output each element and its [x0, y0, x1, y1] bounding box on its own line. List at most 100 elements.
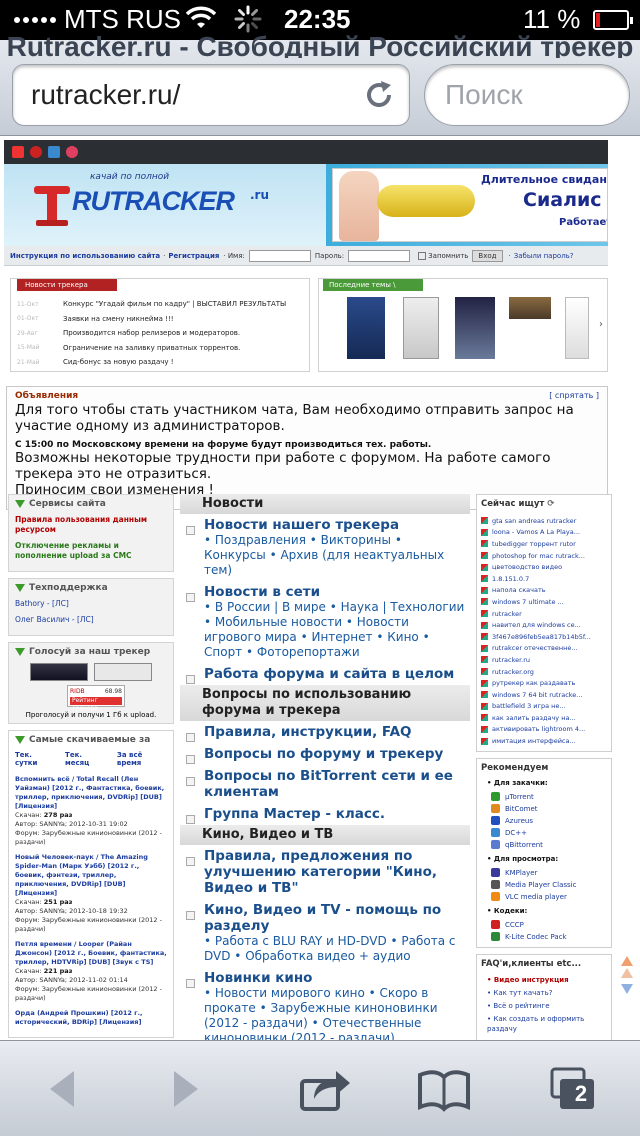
recommend-item[interactable]: qBittorrent: [491, 839, 607, 851]
period-tab[interactable]: Тек. сутки: [15, 751, 55, 767]
subforum-link[interactable]: Работа с BLU RAY и HD-DVD: [215, 934, 391, 948]
app-name[interactable]: Azureus: [505, 817, 533, 825]
search-query-item[interactable]: как залить раздачу на...: [481, 712, 607, 724]
search-query-item[interactable]: gta san andreas rutracker: [481, 515, 607, 527]
subforum-link[interactable]: Кино: [387, 630, 422, 644]
subforum-link[interactable]: Фоторепортажи: [257, 645, 360, 659]
register-link[interactable]: Регистрация: [168, 252, 219, 260]
search-query-item[interactable]: 1.8.151.0.7: [481, 573, 607, 585]
search-query-item[interactable]: навител для windows ce...: [481, 619, 607, 631]
expand-icon[interactable]: [15, 584, 25, 592]
app-name[interactable]: KMPlayer: [505, 869, 537, 877]
subforum-link[interactable]: Мобильные новости: [215, 615, 346, 629]
scroll-arrows-icon[interactable]: [620, 954, 634, 1002]
query-text[interactable]: rutracker: [492, 610, 522, 618]
query-text[interactable]: как залить раздачу на...: [492, 714, 576, 722]
download-title[interactable]: Орда (Андрей Прошкин) [2012 г., историче…: [15, 1009, 167, 1027]
forum-title[interactable]: Новости в сети: [204, 584, 466, 600]
search-query-item[interactable]: battlefield 3 игра не...: [481, 701, 607, 713]
app-name[interactable]: VLC media player: [505, 893, 567, 901]
subforum-link[interactable]: Обработка видео + аудио: [245, 949, 410, 963]
release-poster[interactable]: [509, 297, 551, 319]
support-contact[interactable]: Олег Василич - [ЛС]: [15, 615, 167, 625]
period-tab[interactable]: Тек. месяц: [65, 751, 107, 767]
forum-title[interactable]: Кино, Видео и TV - помощь по разделу: [204, 902, 466, 934]
subforum-link[interactable]: Новости мирового кино: [215, 986, 369, 1000]
query-text[interactable]: tubedigger торрент rutor: [492, 540, 576, 548]
subforum-link[interactable]: Интернет: [311, 630, 376, 644]
download-title[interactable]: Петля времени / Looper (Райан Джонсон) […: [15, 940, 167, 967]
subforum-link[interactable]: В России | В мире: [215, 600, 330, 614]
faq-link[interactable]: • Как тут качать?: [487, 988, 607, 998]
news-title[interactable]: Ограничение на заливку приватных торрент…: [63, 344, 240, 352]
forum-title[interactable]: Вопросы по BitTorrent сети и ее клиентам: [204, 768, 466, 800]
search-query-item[interactable]: 3f467e896feb5ea817b14b5f...: [481, 631, 607, 643]
app-name[interactable]: K-Lite Codec Pack: [505, 933, 567, 941]
support-contact[interactable]: Bathory - [ЛС]: [15, 599, 167, 609]
back-icon[interactable]: [34, 1065, 90, 1113]
subforum-link[interactable]: Наука | Технологии: [341, 600, 465, 614]
forward-icon[interactable]: [158, 1065, 214, 1113]
query-text[interactable]: рутрекер как раздавать: [492, 679, 575, 687]
news-item[interactable]: 11-Окт Конкурс "Угадай фильм по кадру" | …: [17, 297, 309, 312]
query-text[interactable]: rutracker.ru: [492, 656, 530, 664]
latest-releases-tab[interactable]: Последние темы \ релизы: [323, 279, 423, 301]
search-field[interactable]: Поиск: [424, 64, 630, 126]
search-query-item[interactable]: windows 7 64 bit rutracke...: [481, 689, 607, 701]
recommend-item[interactable]: DC++: [491, 827, 607, 839]
search-query-item[interactable]: loona - Vamos A La Playa...: [481, 527, 607, 539]
app-name[interactable]: CCCP: [505, 921, 524, 929]
subforum-link[interactable]: Спорт: [204, 645, 246, 659]
home-icon[interactable]: [12, 146, 24, 158]
forum-title[interactable]: Новости нашего трекера: [204, 517, 466, 533]
query-text[interactable]: gta san andreas rutracker: [492, 517, 576, 525]
query-text[interactable]: активировать lightroom 4...: [492, 725, 585, 733]
search-query-item[interactable]: rutracker.ru: [481, 654, 607, 666]
expand-icon[interactable]: [15, 500, 25, 508]
query-text[interactable]: rutracker.org: [492, 668, 534, 676]
news-item[interactable]: 15-Май Ограничение на заливку приватных т…: [17, 341, 309, 356]
query-text[interactable]: rutrakcer отечественне...: [492, 644, 578, 652]
recommend-item[interactable]: Azureus: [491, 815, 607, 827]
query-text[interactable]: имитация интерфейса...: [492, 737, 576, 745]
recommend-item[interactable]: µTorrent: [491, 791, 607, 803]
query-text[interactable]: photoshop for mac rutrack...: [492, 552, 585, 560]
search-query-item[interactable]: rutracker: [481, 608, 607, 620]
vote-counter-banner[interactable]: [94, 663, 152, 681]
release-poster[interactable]: [455, 297, 495, 359]
news-title[interactable]: Производится набор релизеров и модератор…: [63, 329, 240, 337]
search-query-item[interactable]: активировать lightroom 4...: [481, 724, 607, 736]
ad-banner[interactable]: Длительное свидание? Сиалис Работает до …: [332, 168, 608, 242]
vote-counter-banner[interactable]: [30, 663, 88, 681]
download-forum[interactable]: Форум: Зарубежные кинионовинки (2012 - р…: [15, 829, 167, 847]
recommend-item[interactable]: KMPlayer: [491, 867, 607, 879]
username-input[interactable]: [248, 249, 311, 262]
app-name[interactable]: µTorrent: [505, 793, 534, 801]
refresh-icon[interactable]: ⟳: [547, 499, 554, 509]
subforum-link[interactable]: Конкурсы: [204, 548, 270, 562]
heart-icon[interactable]: [66, 146, 78, 158]
download-title[interactable]: Вспомнить всё / Total Recall (Лен Уайзма…: [15, 775, 167, 811]
forum-title[interactable]: Вопросы по форуму и трекеру: [204, 746, 466, 762]
search-query-item[interactable]: tubedigger торрент rutor: [481, 538, 607, 550]
download-title[interactable]: Новый Человек-паук / The Amazing Spider-…: [15, 853, 167, 898]
release-poster[interactable]: [565, 297, 589, 359]
period-tab[interactable]: За всё время: [117, 751, 167, 767]
query-text[interactable]: 3f467e896feb5ea817b14b5f...: [492, 633, 591, 641]
download-forum[interactable]: Форум: Зарубежные кинионовинки (2012 - р…: [15, 985, 167, 1003]
tabs-button[interactable]: 2: [546, 1065, 602, 1113]
window-icon[interactable]: [48, 146, 60, 158]
query-text[interactable]: навител для windows ce...: [492, 621, 581, 629]
news-item[interactable]: 21-Май Сид-бонус за новую раздачу !: [17, 355, 309, 370]
download-forum[interactable]: Форум: Зарубежные кинионовинки (2012 - р…: [15, 916, 167, 934]
tracker-news-tab[interactable]: Новости трекера: [17, 279, 117, 291]
faq-link[interactable]: • Всё о рейтинге: [487, 1001, 607, 1011]
next-arrow-icon[interactable]: ›: [599, 319, 603, 330]
login-button[interactable]: Вход: [472, 249, 503, 262]
faq-link[interactable]: • Как создать и оформить раздачу: [487, 1014, 607, 1034]
share-icon[interactable]: [296, 1065, 352, 1113]
query-text[interactable]: battlefield 3 игра не...: [492, 702, 566, 710]
expand-icon[interactable]: [15, 736, 25, 744]
query-text[interactable]: цветоводство видео: [492, 563, 562, 571]
forum-title[interactable]: Новинки кино: [204, 970, 466, 986]
